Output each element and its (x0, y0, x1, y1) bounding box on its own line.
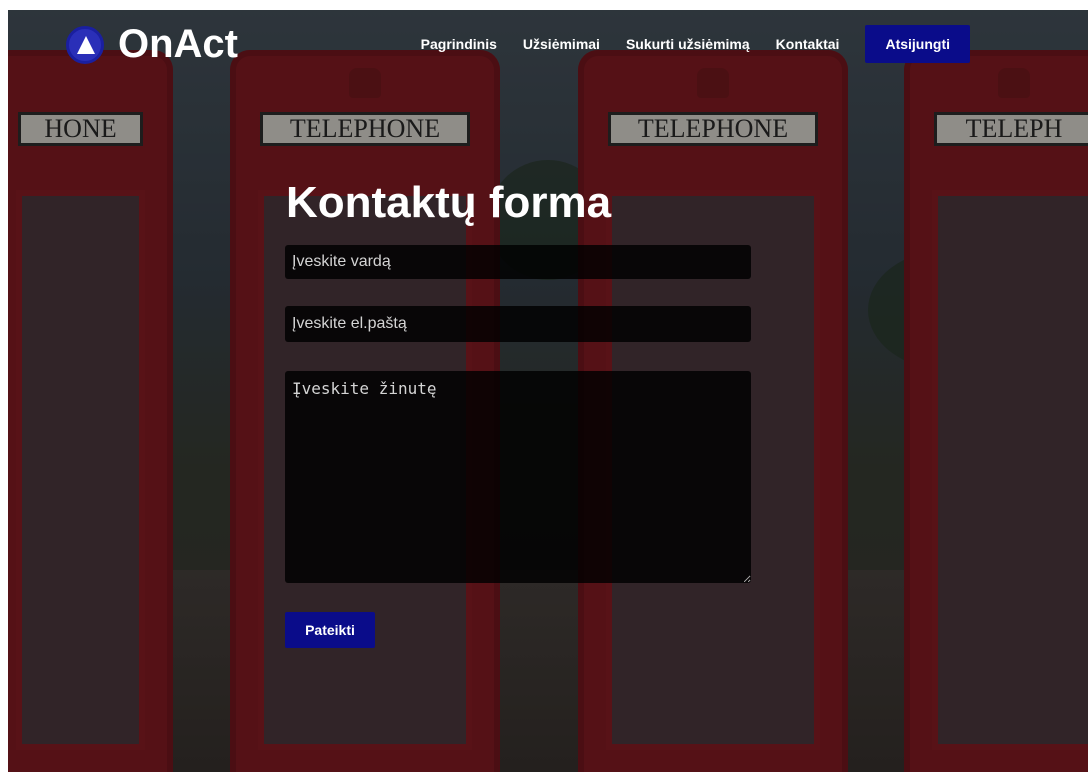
name-field[interactable] (285, 245, 751, 279)
email-field[interactable] (285, 306, 751, 342)
page-title: Kontaktų forma (286, 178, 612, 227)
nav-item-kontaktai[interactable]: Kontaktai (776, 36, 840, 52)
nav-item-uzsiemimai[interactable]: Užsiėmimai (523, 36, 600, 52)
main-nav: Pagrindinis Užsiėmimai Sukurti užsiėmimą… (395, 25, 970, 63)
submit-button[interactable]: Pateikti (285, 612, 375, 648)
brand-name: OnAct (118, 22, 238, 66)
nav-item-sukurti[interactable]: Sukurti užsiėmimą (626, 36, 750, 52)
page-frame: HONE TELEPHONE TELEPHONE TELEPH OnAct Pa… (8, 10, 1088, 772)
message-field[interactable] (285, 371, 751, 583)
mountain-logo-icon (66, 25, 104, 64)
site-header: OnAct Pagrindinis Užsiėmimai Sukurti užs… (8, 10, 1088, 80)
logout-button[interactable]: Atsijungti (865, 25, 970, 63)
brand-logo[interactable]: OnAct (66, 22, 238, 67)
nav-item-pagrindinis[interactable]: Pagrindinis (421, 36, 497, 52)
